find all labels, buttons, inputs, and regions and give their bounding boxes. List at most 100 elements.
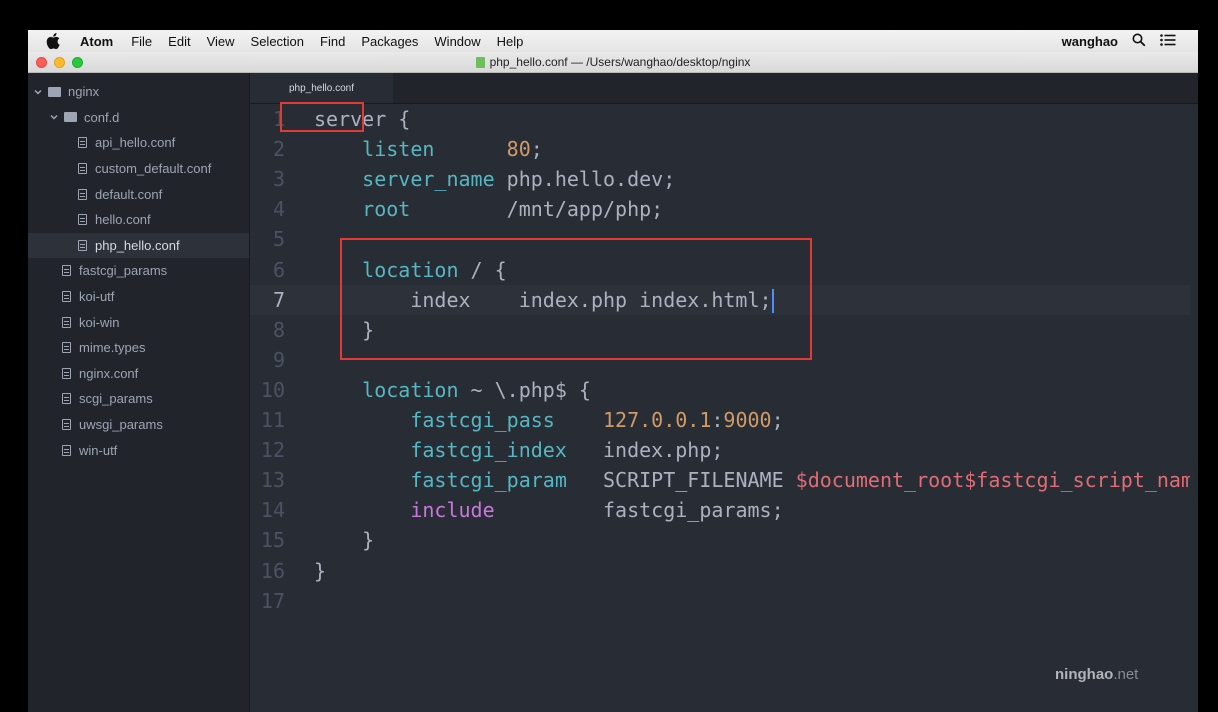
search-icon[interactable]	[1132, 33, 1146, 50]
code-line[interactable]: 16}	[250, 556, 1198, 586]
code-line[interactable]: 12 fastcgi_index index.php;	[250, 435, 1198, 465]
code-token: 80	[506, 137, 531, 162]
tree-folder-root[interactable]: nginx	[28, 79, 249, 105]
menu-item-file[interactable]: File	[123, 34, 160, 49]
tree-file-item[interactable]: koi-utf	[28, 284, 249, 310]
close-window-button[interactable]	[36, 57, 47, 68]
watermark-brand: ninghao	[1055, 666, 1114, 683]
code-line[interactable]: 17	[250, 586, 1198, 616]
menu-item-view[interactable]: View	[199, 34, 243, 49]
line-number: 11	[260, 408, 285, 432]
code-line[interactable]: 15 }	[250, 525, 1198, 555]
code-text: }	[314, 556, 326, 586]
tree-file-item[interactable]: php_hello.conf	[28, 232, 249, 259]
tab-highlight-box	[280, 102, 364, 132]
code-token: ;	[771, 408, 784, 432]
code-text: root /mnt/app/php;	[314, 194, 663, 224]
code-line[interactable]: 3 server_name php.hello.dev;	[250, 164, 1198, 194]
menu-item-find[interactable]: Find	[312, 34, 353, 49]
menu-item-packages[interactable]: Packages	[353, 34, 426, 49]
menu-user-name[interactable]: wanghao	[1062, 34, 1118, 49]
location-block-highlight-box	[340, 238, 812, 360]
code-text: fastcgi_pass 127.0.0.1:9000;	[314, 405, 784, 435]
line-number: 15	[260, 528, 285, 553]
watermark-logo: ninghao.net	[1055, 666, 1138, 683]
tree-file-item[interactable]: mime.types	[28, 335, 249, 361]
tab-php-hello-conf[interactable]: php_hello.conf	[250, 73, 393, 103]
tree-item-label: nginx	[68, 84, 100, 100]
line-number: 2	[272, 137, 285, 162]
chevron-down-icon	[50, 115, 58, 120]
code-text: listen 80;	[314, 134, 543, 164]
file-icon	[62, 342, 71, 354]
menu-app-name[interactable]: Atom	[66, 34, 123, 49]
code-token: :	[711, 408, 724, 432]
screen: Atom File Edit View Selection Find Packages Wi…	[28, 30, 1198, 712]
menu-item-help[interactable]: Help	[489, 34, 532, 49]
tree-file-item[interactable]: custom_default.conf	[28, 156, 249, 182]
code-text: location ~ \.php$ {	[314, 375, 591, 405]
tree-file-item[interactable]: scgi_params	[28, 386, 249, 412]
code-editor[interactable]: 1 server {2 listen 80; 3 server_name php.h…	[250, 104, 1198, 712]
maximize-window-button[interactable]	[72, 57, 83, 68]
code-token: $document_root$fastcgi_script_nam	[795, 468, 1194, 493]
file-icon	[62, 367, 71, 379]
tree-file-item[interactable]: uwsgi_params	[28, 412, 249, 438]
code-token: include	[410, 498, 495, 523]
code-token: }	[314, 528, 375, 553]
apple-icon[interactable]	[46, 33, 66, 49]
tree-item-label: default.conf	[95, 186, 163, 202]
editor-pane: php_hello.conf 1 server {2 listen 80; 3 se…	[250, 73, 1198, 712]
tree-file-item[interactable]: default.conf	[28, 181, 249, 207]
code-line[interactable]: 11 fastcgi_pass 127.0.0.1:9000;	[250, 405, 1198, 435]
tree-file-item[interactable]: win-utf	[28, 437, 249, 463]
file-icon	[62, 291, 71, 303]
tree-file-item[interactable]: api_hello.conf	[28, 130, 249, 156]
code-line[interactable]: 13 fastcgi_param SCRIPT_FILENAME $docume…	[250, 465, 1198, 495]
code-token: ;	[530, 137, 543, 162]
code-token: php.hello.dev;	[494, 167, 676, 192]
minimize-window-button[interactable]	[54, 57, 65, 68]
tree-file-item[interactable]: fastcgi_params	[28, 258, 249, 284]
tree-file-item[interactable]: koi-win	[28, 309, 249, 335]
code-token: fastcgi_param	[410, 468, 567, 493]
tree-item-label: conf.d	[84, 109, 120, 125]
file-icon	[78, 163, 87, 175]
code-token: location	[362, 377, 459, 402]
menu-item-selection[interactable]: Selection	[243, 34, 312, 49]
code-line[interactable]: 4 root /mnt/app/php;	[250, 194, 1198, 224]
code-text: fastcgi_param SCRIPT_FILENAME $document_…	[314, 465, 1193, 495]
code-token: fastcgi_params;	[494, 498, 784, 523]
tree-file-item[interactable]: hello.conf	[28, 207, 249, 233]
code-line[interactable]: 10 location ~ \.php$ {	[250, 375, 1198, 405]
code-line[interactable]: 14 include fastcgi_params;	[250, 495, 1198, 525]
file-icon	[78, 188, 87, 200]
file-icon	[62, 419, 71, 431]
code-line[interactable]: 2 listen 80;	[250, 134, 1198, 164]
tree-item-label: api_hello.conf	[95, 135, 176, 151]
tree-item-label: fastcgi_params	[79, 263, 168, 279]
vertical-scrollbar[interactable]	[1190, 104, 1198, 712]
tree-item-label: scgi_params	[79, 391, 153, 407]
folder-icon	[64, 112, 77, 123]
menu-bar: Atom File Edit View Selection Find Packages Wi…	[28, 30, 1198, 52]
tree-folder-conf-d[interactable]: conf.d	[28, 105, 249, 131]
code-text: server_name php.hello.dev;	[314, 164, 675, 194]
notification-center-icon[interactable]	[1160, 33, 1176, 49]
tree-file-item[interactable]: nginx.conf	[28, 361, 249, 387]
line-number: 10	[260, 377, 285, 402]
line-number: 7	[272, 287, 285, 312]
code-line[interactable]: 1 server {	[250, 104, 1198, 134]
tree-item-label: hello.conf	[95, 212, 151, 228]
menu-item-window[interactable]: Window	[426, 34, 488, 49]
file-icon	[78, 239, 87, 251]
file-icon	[62, 393, 71, 405]
menu-item-edit[interactable]: Edit	[160, 34, 198, 49]
tree-item-label: koi-utf	[79, 289, 115, 305]
code-token: ~ \.php$ {	[458, 377, 591, 402]
file-icon	[62, 265, 71, 277]
